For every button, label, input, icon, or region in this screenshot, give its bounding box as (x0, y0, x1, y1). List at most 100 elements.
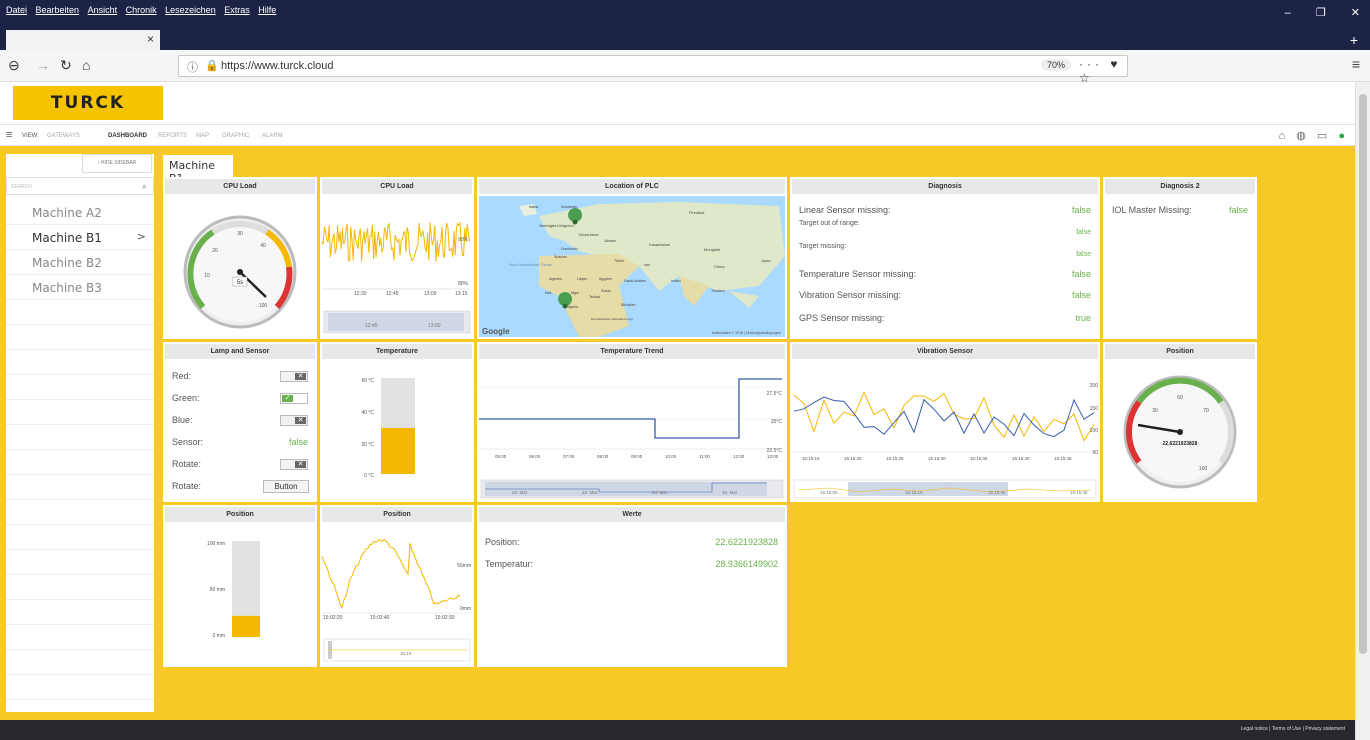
app-menu-icon[interactable]: ≡ (6, 129, 12, 141)
sidebar-item-machine-b2[interactable]: Machine B2 (6, 250, 154, 275)
nav-tick: 15:10 (400, 651, 412, 656)
nav-gateways[interactable]: GATEWAYS (47, 133, 80, 139)
url-bar[interactable]: ⓘ 🔒 https://www.turck.cloud 70% ··· ♥ ☆ (178, 55, 1128, 85)
x-tick: 06:00 (529, 454, 541, 459)
sidebar-empty-row (6, 600, 154, 625)
nav-reports[interactable]: REPORTS (158, 133, 187, 139)
diag-label: Temperature Sensor missing: (799, 269, 917, 279)
menu-datei[interactable]: Datei (6, 5, 27, 15)
map-label: Türkei (614, 259, 624, 263)
monitor-icon[interactable]: ▭ (1317, 130, 1327, 142)
panel-title: Location of PLC (479, 179, 785, 194)
map-label: Spanien (554, 255, 567, 259)
back-icon[interactable]: ⊖ (8, 57, 20, 74)
gauge-tick: 30 (237, 231, 243, 237)
zoom-level[interactable]: 70% (1041, 59, 1072, 71)
map-label: Indien (671, 279, 681, 283)
nav-dashboard[interactable]: DASHBOARD (108, 133, 147, 139)
hide-sidebar-button[interactable]: ‹ HIDE SIDEBAR (82, 154, 152, 173)
rotate-toggle[interactable]: ✕ (280, 459, 308, 470)
map-label: Niger (571, 291, 580, 295)
sidebar: ‹ HIDE SIDEBAR SEARCH ⌕ Machine A2 Machi… (6, 154, 154, 712)
house-icon[interactable]: ⌂ (1278, 130, 1285, 142)
browser-tab[interactable]: × (6, 30, 160, 50)
page-scrollbar[interactable] (1355, 82, 1370, 740)
menu-bearbeiten[interactable]: Bearbeiten (36, 5, 80, 15)
y-tick: 100 (1090, 428, 1099, 434)
map-label: Iran (644, 263, 650, 267)
lamp-label: Red: (172, 371, 192, 381)
menu-lesezeichen[interactable]: Lesezeichen (165, 5, 216, 15)
toggle-on-icon: ✓ (282, 395, 293, 402)
toggle-off-icon: ✕ (295, 373, 306, 380)
info-icon[interactable]: ⓘ (187, 59, 198, 75)
blue-toggle[interactable]: ✕ (280, 415, 308, 426)
map-label: Ukraine (604, 239, 616, 243)
green-toggle[interactable]: ✓ (280, 393, 308, 404)
diag-label: GPS Sensor missing: (799, 313, 885, 323)
y-tick: 150 (1090, 406, 1099, 412)
position-bar-panel: Position 100 mm 50 mm 0 mm (163, 505, 317, 667)
restore-icon[interactable]: ❐ (1316, 7, 1326, 19)
globe-icon[interactable]: ◍ (1296, 130, 1306, 142)
map-label: Saudi-Arabien (624, 279, 646, 283)
nav-alarm[interactable]: ALARM (262, 133, 283, 139)
new-tab-icon[interactable]: + (1350, 32, 1358, 48)
y-tick: 100 mm (207, 541, 225, 547)
nav-map[interactable]: MAP (196, 133, 209, 139)
sidebar-item-machine-a2[interactable]: Machine A2 (6, 200, 154, 225)
nav-tick: 24. Mar (652, 490, 668, 495)
lamp-label: Blue: (172, 415, 193, 425)
browser-menu-icon[interactable]: ≡ (1352, 56, 1360, 72)
vibration-panel: Vibration Sensor 200 150 100 50 15:15:15… (790, 342, 1100, 502)
diag-label: Target missing: (799, 243, 847, 250)
map-label: Island (529, 205, 538, 209)
search-icon[interactable]: ⌕ (142, 181, 147, 192)
reload-icon[interactable]: ↻ (60, 57, 72, 74)
cpu-gauge-panel: CPU Load 5s 30 20 10 40 100 (163, 177, 317, 339)
panel-title: Werte (479, 507, 785, 522)
sidebar-empty-row (6, 575, 154, 600)
x-tick: 15:15:25 (886, 456, 904, 461)
diag-value: false (1076, 251, 1091, 258)
app-viewport: TURCK ≡ VIEW: GATEWAYS DASHBOARD REPORTS… (0, 82, 1355, 740)
map-label: Ägypten (599, 277, 612, 281)
panel-title: Lamp and Sensor (165, 344, 315, 359)
menu-hilfe[interactable]: Hilfe (258, 5, 276, 15)
red-toggle[interactable]: ✕ (280, 371, 308, 382)
page-actions[interactable]: ··· ♥ ☆ (1079, 57, 1127, 85)
x-tick: 15:15:35 (970, 456, 988, 461)
y-tick: 50mm (457, 563, 471, 569)
user-icon[interactable]: ● (1338, 130, 1345, 142)
sidebar-search-input[interactable]: SEARCH ⌕ (6, 177, 154, 195)
map-view[interactable]: Nord Atlantischer Ozean Island Schweden … (479, 196, 785, 337)
sidebar-empty-row (6, 400, 154, 425)
forward-icon[interactable]: → (36, 57, 50, 73)
close-window-icon[interactable]: ✕ (1351, 7, 1360, 19)
sidebar-item-machine-b1[interactable]: Machine B1 > (6, 225, 154, 250)
nav-graphic[interactable]: GRAPHIC (222, 133, 249, 139)
gauge-tick: 100 (1199, 466, 1208, 472)
x-tick: 09:00 (631, 454, 643, 459)
scrollbar-thumb[interactable] (1359, 94, 1367, 654)
sidebar-empty-row (6, 500, 154, 525)
sidebar-empty-row (6, 325, 154, 350)
sidebar-empty-row (6, 425, 154, 450)
x-tick: 15:15:20 (844, 456, 862, 461)
minimize-icon[interactable]: – (1285, 7, 1291, 19)
position-bar-chart: 100 mm 50 mm 0 mm (207, 541, 260, 639)
menu-chronik[interactable]: Chronik (126, 5, 157, 15)
rotate-button[interactable]: Button (263, 480, 309, 493)
gauge-tick: 10 (204, 273, 210, 279)
x-tick: 08:00 (597, 454, 609, 459)
map-attribution: Kartendaten © 2018 | Nutzungsbedingungen (712, 331, 781, 335)
menu-extras[interactable]: Extras (224, 5, 250, 15)
footer-links[interactable]: Legal notice | Terms of Use | Privacy st… (1241, 726, 1345, 732)
machine-tab[interactable]: Machine B1 (163, 155, 233, 185)
sidebar-empty-row (6, 450, 154, 475)
close-tab-icon[interactable]: × (147, 32, 154, 46)
x-tick: 15:15:40 (1012, 456, 1030, 461)
sidebar-item-machine-b3[interactable]: Machine B3 (6, 275, 154, 300)
menu-ansicht[interactable]: Ansicht (88, 5, 118, 15)
home-icon[interactable]: ⌂ (82, 57, 90, 73)
